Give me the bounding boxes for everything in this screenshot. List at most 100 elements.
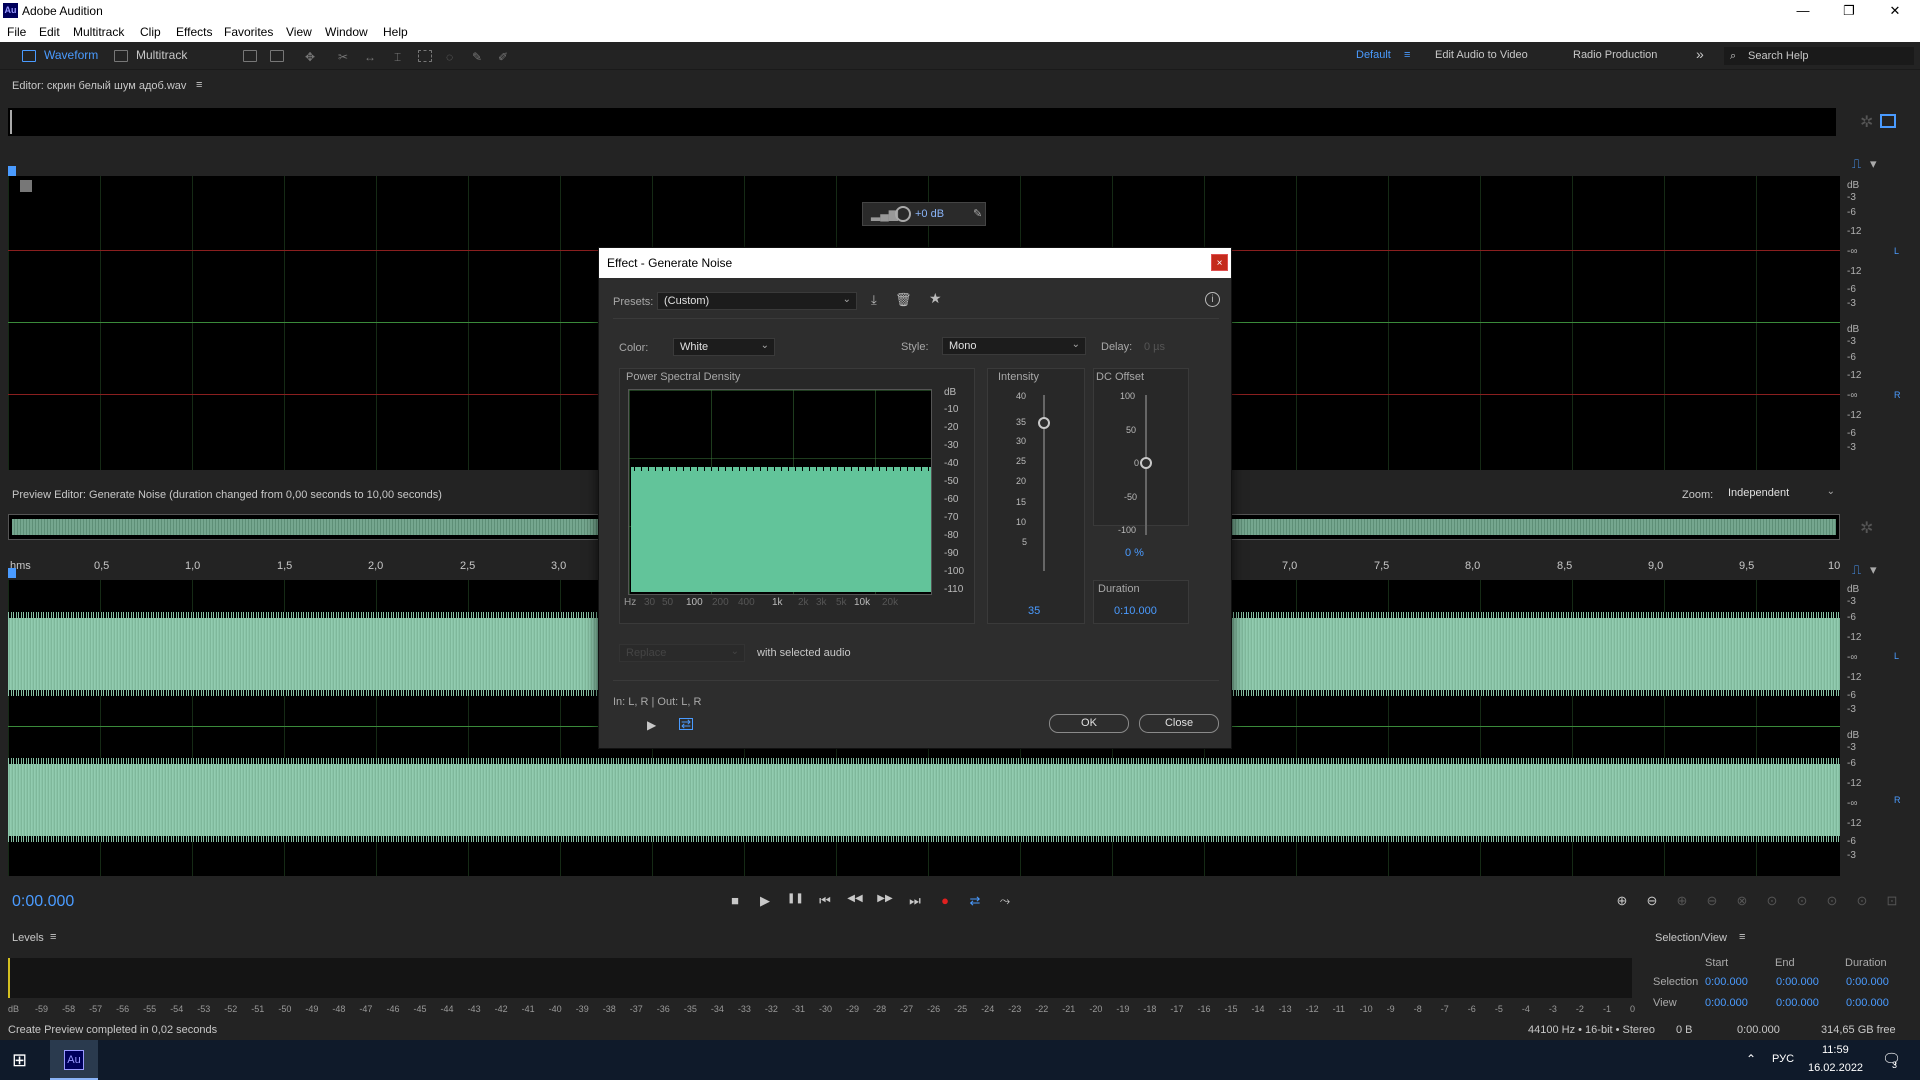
next-button[interactable]: ⏭ <box>907 893 923 909</box>
language-indicator[interactable]: РУС <box>1772 1053 1794 1065</box>
menu-clip[interactable]: Clip <box>140 25 161 39</box>
more-workspaces-icon[interactable]: » <box>1696 46 1704 62</box>
mode-dropdown[interactable]: Replace ⌄ <box>619 644 745 662</box>
time-selection-icon[interactable]: ⌶ <box>394 50 408 64</box>
menu-favorites[interactable]: Favorites <box>224 25 273 39</box>
channel-left-label[interactable]: L <box>1894 246 1899 256</box>
playhead-marker[interactable] <box>8 166 16 176</box>
monitor-icon[interactable]: ⎍ <box>1852 156 1861 172</box>
move-tool-icon[interactable]: ✥ <box>305 50 319 64</box>
clock-time[interactable]: 11:59 <box>1822 1044 1849 1056</box>
selection-end[interactable]: 0:00.000 <box>1776 976 1819 988</box>
skip-selection-button[interactable]: ⤳ <box>997 893 1013 909</box>
play-button[interactable]: ▶ <box>757 893 773 909</box>
selection-duration[interactable]: 0:00.000 <box>1846 976 1889 988</box>
spectral-pitch-icon[interactable] <box>270 50 284 62</box>
marker-icon[interactable]: ▾ <box>1870 156 1877 172</box>
preview-channel-left[interactable]: L <box>1894 651 1899 661</box>
zoom-out-point-icon[interactable]: ⊙ <box>1824 893 1840 909</box>
dialog-close-icon[interactable]: × <box>1211 254 1228 271</box>
razor-tool-icon[interactable]: ✂ <box>338 50 352 64</box>
levels-menu-icon[interactable]: ≡ <box>50 931 56 943</box>
view-end[interactable]: 0:00.000 <box>1776 997 1819 1009</box>
zoom-out-amplitude-icon[interactable]: ⊖ <box>1644 893 1660 909</box>
workspace-radio-production[interactable]: Radio Production <box>1573 49 1657 61</box>
editor-menu-icon[interactable]: ≡ <box>196 79 202 91</box>
menu-view[interactable]: View <box>286 25 312 39</box>
channel-right-label[interactable]: R <box>1894 390 1901 400</box>
presets-dropdown[interactable]: (Custom) ⌄ <box>657 292 857 310</box>
clock-date[interactable]: 16.02.2022 <box>1808 1062 1863 1074</box>
overview-toggle-icon[interactable] <box>1880 114 1896 128</box>
overview-cursor[interactable] <box>10 110 12 134</box>
view-start[interactable]: 0:00.000 <box>1705 997 1748 1009</box>
waveform-overview[interactable] <box>8 108 1836 136</box>
delay-value[interactable]: 0 µs <box>1144 341 1165 353</box>
zoom-in-amplitude-icon[interactable]: ⊕ <box>1614 893 1630 909</box>
waveform-tab[interactable]: Waveform <box>44 48 98 62</box>
minimize-button[interactable]: — <box>1780 0 1826 22</box>
zoom-dropdown[interactable]: Independent ⌄ <box>1722 485 1840 503</box>
workspace-edit-audio-to-video[interactable]: Edit Audio to Video <box>1435 49 1528 61</box>
preview-marker-icon[interactable]: ▾ <box>1870 562 1877 578</box>
pause-button[interactable]: ❚❚ <box>787 893 804 904</box>
rewind-button[interactable]: ◀◀ <box>847 893 863 904</box>
menu-help[interactable]: Help <box>383 25 408 39</box>
favorite-star-icon[interactable]: ★ <box>929 290 942 307</box>
view-duration[interactable]: 0:00.000 <box>1846 997 1889 1009</box>
close-button[interactable]: Close <box>1139 714 1219 733</box>
taskbar-audition-app[interactable]: Au <box>50 1040 98 1080</box>
intensity-slider-knob[interactable] <box>1038 417 1050 429</box>
delete-preset-icon[interactable]: 🗑 <box>895 292 912 308</box>
menu-multitrack[interactable]: Multitrack <box>73 25 124 39</box>
duration-value[interactable]: 0:10.000 <box>1114 605 1157 617</box>
restore-button[interactable]: ❐ <box>1826 0 1872 22</box>
workspace-default[interactable]: Default <box>1356 49 1391 61</box>
zoom-selection-icon[interactable]: ⊙ <box>1764 893 1780 909</box>
fast-forward-button[interactable]: ▶▶ <box>877 893 893 904</box>
ok-button[interactable]: OK <box>1049 714 1129 733</box>
overview-settings-icon[interactable]: ✲ <box>1860 112 1873 132</box>
current-time[interactable]: 0:00.000 <box>12 893 74 911</box>
menu-edit[interactable]: Edit <box>39 25 60 39</box>
record-button[interactable]: ● <box>937 893 953 908</box>
lasso-tool-icon[interactable]: ◌ <box>446 50 460 64</box>
multitrack-tab[interactable]: Multitrack <box>136 48 187 62</box>
menu-file[interactable]: File <box>7 25 26 39</box>
selview-menu-icon[interactable]: ≡ <box>1739 931 1745 943</box>
save-preset-icon[interactable]: ⤓ <box>871 292 877 308</box>
preview-overview-settings-icon[interactable]: ✲ <box>1860 518 1873 538</box>
gain-hud[interactable]: ▂▄▆ +0 dB ✎ <box>862 202 986 226</box>
zoom-in-point-icon[interactable]: ⊙ <box>1794 893 1810 909</box>
zoom-reset-icon[interactable]: ⊙ <box>1854 893 1870 909</box>
marquee-tool-icon[interactable] <box>418 50 432 62</box>
zoom-out-time-icon[interactable]: ⊖ <box>1704 893 1720 909</box>
zoom-fit-icon[interactable]: ⊡ <box>1884 893 1900 909</box>
workspace-menu-icon[interactable]: ≡ <box>1404 49 1410 61</box>
search-help-input[interactable]: ⌕ Search Help <box>1724 47 1914 65</box>
close-window-button[interactable]: ✕ <box>1872 0 1918 22</box>
stop-button[interactable]: ■ <box>727 893 743 908</box>
previous-button[interactable]: ⏮ <box>817 893 833 909</box>
healing-tool-icon[interactable]: ✐ <box>498 50 512 64</box>
intensity-value[interactable]: 35 <box>1028 605 1040 617</box>
loop-button[interactable]: ⇄ <box>967 893 983 909</box>
info-icon[interactable]: i <box>1205 292 1220 307</box>
selection-start[interactable]: 0:00.000 <box>1705 976 1748 988</box>
dialog-title-bar[interactable]: Effect - Generate Noise × <box>599 248 1231 278</box>
preview-loop-icon[interactable]: ⇄ <box>679 718 693 730</box>
menu-window[interactable]: Window <box>325 25 368 39</box>
windows-start-icon[interactable]: ⊞ <box>12 1050 27 1071</box>
tray-chevron-up-icon[interactable]: ⌃ <box>1746 1052 1756 1066</box>
preview-play-icon[interactable]: ▶ <box>647 718 656 732</box>
preview-playhead[interactable] <box>8 568 16 578</box>
color-dropdown[interactable]: White ⌄ <box>673 338 775 356</box>
zoom-in-time-icon[interactable]: ⊕ <box>1674 893 1690 909</box>
spectral-frequency-icon[interactable] <box>243 50 257 62</box>
pin-icon[interactable]: ✎ <box>973 207 982 220</box>
menu-effects[interactable]: Effects <box>176 25 212 39</box>
preview-channel-right[interactable]: R <box>1894 795 1901 805</box>
right-channel-waveform[interactable] <box>8 764 1840 838</box>
dc-offset-value[interactable]: 0 % <box>1125 547 1144 559</box>
preview-monitor-icon[interactable]: ⎍ <box>1852 562 1861 578</box>
